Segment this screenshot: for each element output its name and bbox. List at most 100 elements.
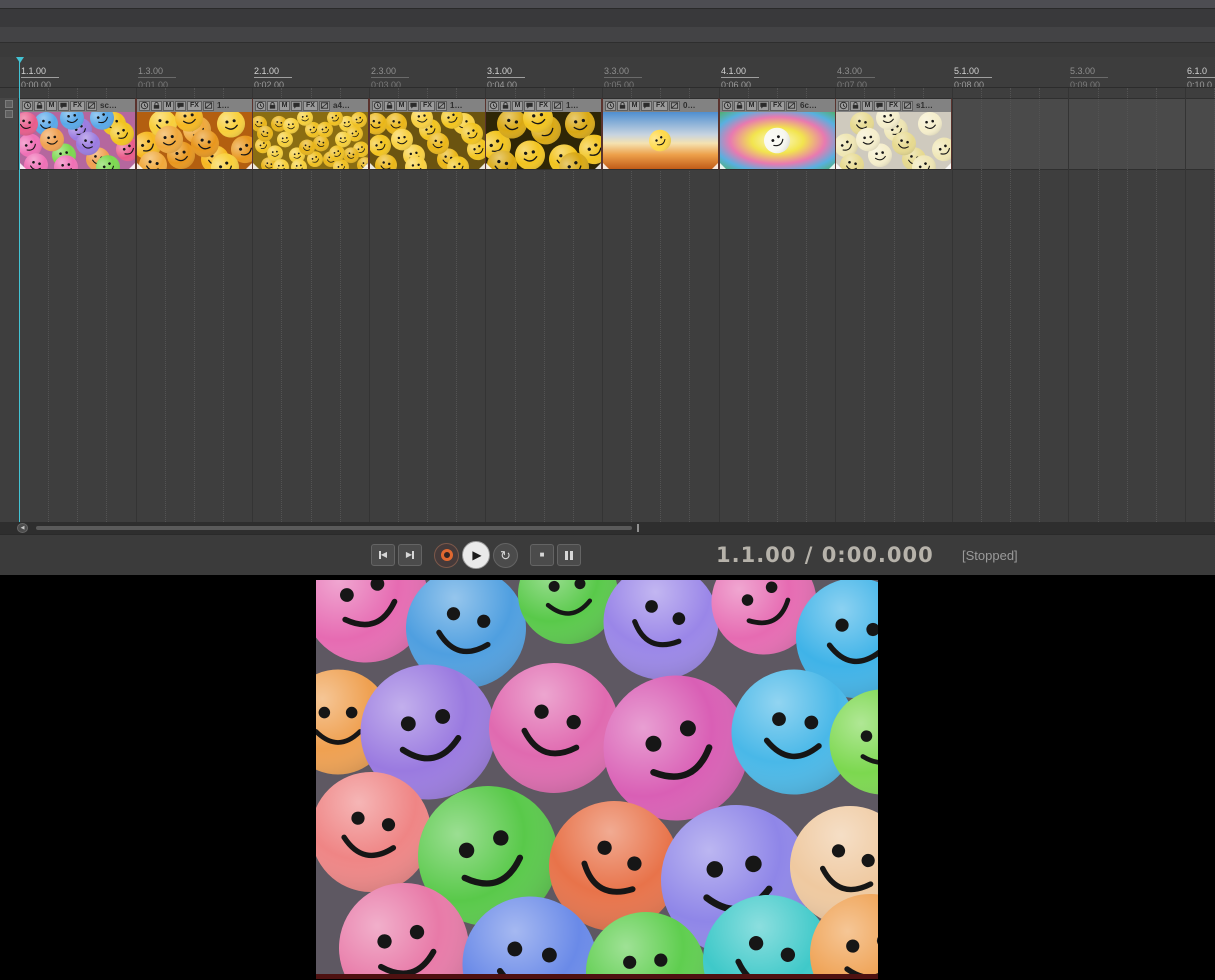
ruler-mark: 5.3.00 0:09.00 — [1070, 61, 1108, 87]
clock-icon[interactable] — [255, 100, 266, 111]
clip-header: M FX 6c… — [720, 99, 835, 112]
clip-thumbnail[interactable] — [603, 112, 718, 169]
go-to-start-button[interactable]: ◀ — [371, 544, 395, 566]
timeline-clip[interactable]: M FX 6c… — [719, 98, 836, 170]
fx-icon[interactable]: FX — [420, 100, 435, 111]
clock-icon[interactable] — [139, 100, 150, 111]
playback-cursor-head[interactable] — [16, 57, 24, 63]
fx-icon[interactable]: FX — [187, 100, 202, 111]
stop-icon: ■ — [539, 550, 545, 559]
lock-icon[interactable] — [267, 100, 278, 111]
mute-icon[interactable]: M — [629, 100, 640, 111]
lock-icon[interactable] — [151, 100, 162, 111]
scrollbar-handle[interactable] — [36, 526, 632, 530]
comment-icon[interactable] — [874, 100, 885, 111]
lock-icon[interactable] — [850, 100, 861, 111]
mute-icon[interactable]: M — [396, 100, 407, 111]
comment-icon[interactable] — [58, 100, 69, 111]
clip-thumbnail[interactable] — [486, 112, 601, 169]
clock-icon[interactable] — [722, 100, 733, 111]
timeline-clip[interactable]: M FX 0… — [602, 98, 719, 170]
pause-button[interactable] — [557, 544, 581, 566]
ruler-mark: 4.3.00 0:07.00 — [837, 61, 875, 87]
timeline-track-area[interactable]: M FX sc… M FX 1… M FX a4… M FX 1… M FX 1… — [0, 88, 1215, 522]
mute-icon[interactable]: M — [279, 100, 290, 111]
comment-icon[interactable] — [175, 100, 186, 111]
timeline-clip[interactable]: M FX 1… — [369, 98, 486, 170]
clock-icon[interactable] — [22, 100, 33, 111]
clock-icon[interactable] — [372, 100, 383, 111]
clip-label: 6c… — [800, 101, 817, 110]
clip-thumbnail[interactable] — [720, 112, 835, 169]
loop-playback-button[interactable]: ↻ — [493, 542, 518, 568]
mute-icon[interactable]: M — [163, 100, 174, 111]
pan-crop-icon[interactable] — [436, 100, 447, 111]
grid-line — [1156, 88, 1157, 522]
pan-crop-icon[interactable] — [669, 100, 680, 111]
fx-icon[interactable]: FX — [303, 100, 318, 111]
record-button[interactable] — [434, 542, 459, 568]
scroll-left-button[interactable]: ◀ — [17, 523, 28, 533]
comment-icon[interactable] — [524, 100, 535, 111]
clip-label: sc… — [100, 101, 117, 110]
mute-icon[interactable]: M — [46, 100, 57, 111]
lock-icon[interactable] — [617, 100, 628, 111]
grid-line — [981, 88, 982, 522]
clock-icon[interactable] — [838, 100, 849, 111]
mute-icon[interactable]: M — [746, 100, 757, 111]
fx-icon[interactable]: FX — [70, 100, 85, 111]
track-restore-button[interactable] — [5, 110, 13, 118]
clock-icon[interactable] — [605, 100, 616, 111]
clip-header: M FX 1… — [370, 99, 485, 112]
pan-crop-icon[interactable] — [552, 100, 563, 111]
comment-icon[interactable] — [291, 100, 302, 111]
clip-thumbnail[interactable] — [253, 112, 368, 169]
clip-thumbnail[interactable] — [370, 112, 485, 169]
track-header-gutter — [0, 98, 19, 170]
timeline-clip[interactable]: M FX sc… — [19, 98, 136, 170]
fx-icon[interactable]: FX — [536, 100, 551, 111]
fx-icon[interactable]: FX — [653, 100, 668, 111]
ruler-mark: 5.1.00 0:08.00 — [954, 61, 992, 87]
timeline-ruler[interactable]: 1.1.00 0:00.00 1.3.00 0:01.00 2.1.00 0:02.00 2… — [0, 57, 1215, 88]
lock-icon[interactable] — [500, 100, 511, 111]
grid-line — [1010, 88, 1011, 522]
fx-icon[interactable]: FX — [886, 100, 901, 111]
pan-crop-icon[interactable] — [86, 100, 97, 111]
fx-icon[interactable]: FX — [770, 100, 785, 111]
comment-icon[interactable] — [758, 100, 769, 111]
timeline-clip[interactable]: M FX a4… — [252, 98, 369, 170]
pan-crop-icon[interactable] — [786, 100, 797, 111]
horizontal-scrollbar[interactable]: ◀ — [0, 522, 1215, 534]
track-minimize-button[interactable] — [5, 100, 13, 108]
comment-icon[interactable] — [641, 100, 652, 111]
clip-label: 1… — [566, 101, 579, 110]
transport-bar: ◀ ▶ ▶ ↻ ■ 1.1.00 / 0:00.000 [Stopped] — [0, 534, 1215, 575]
go-to-end-button[interactable]: ▶ — [398, 544, 422, 566]
video-preview — [316, 580, 878, 974]
pan-crop-icon[interactable] — [319, 100, 330, 111]
timeline-clip[interactable]: M FX s1… — [835, 98, 952, 170]
clock-icon[interactable] — [488, 100, 499, 111]
clip-thumbnail[interactable] — [20, 112, 135, 169]
record-icon — [440, 549, 453, 561]
pan-crop-icon[interactable] — [902, 100, 913, 111]
mute-icon[interactable]: M — [862, 100, 873, 111]
time-display[interactable]: 1.1.00 / 0:00.000 — [716, 543, 934, 567]
mute-icon[interactable]: M — [512, 100, 523, 111]
clip-thumbnail[interactable] — [836, 112, 951, 169]
clip-thumbnail[interactable] — [137, 112, 252, 169]
grid-line — [1127, 88, 1128, 522]
scrollbar-position-tick — [637, 524, 639, 532]
video-bottom-strip — [316, 974, 878, 979]
lock-icon[interactable] — [734, 100, 745, 111]
stop-button[interactable]: ■ — [530, 544, 554, 566]
timeline-clip[interactable]: M FX 1… — [485, 98, 602, 170]
lock-icon[interactable] — [384, 100, 395, 111]
pan-crop-icon[interactable] — [203, 100, 214, 111]
timeline-clip[interactable]: M FX 1… — [136, 98, 253, 170]
play-button[interactable]: ▶ — [462, 541, 490, 569]
lock-icon[interactable] — [34, 100, 45, 111]
comment-icon[interactable] — [408, 100, 419, 111]
clip-label: a4… — [333, 101, 350, 110]
